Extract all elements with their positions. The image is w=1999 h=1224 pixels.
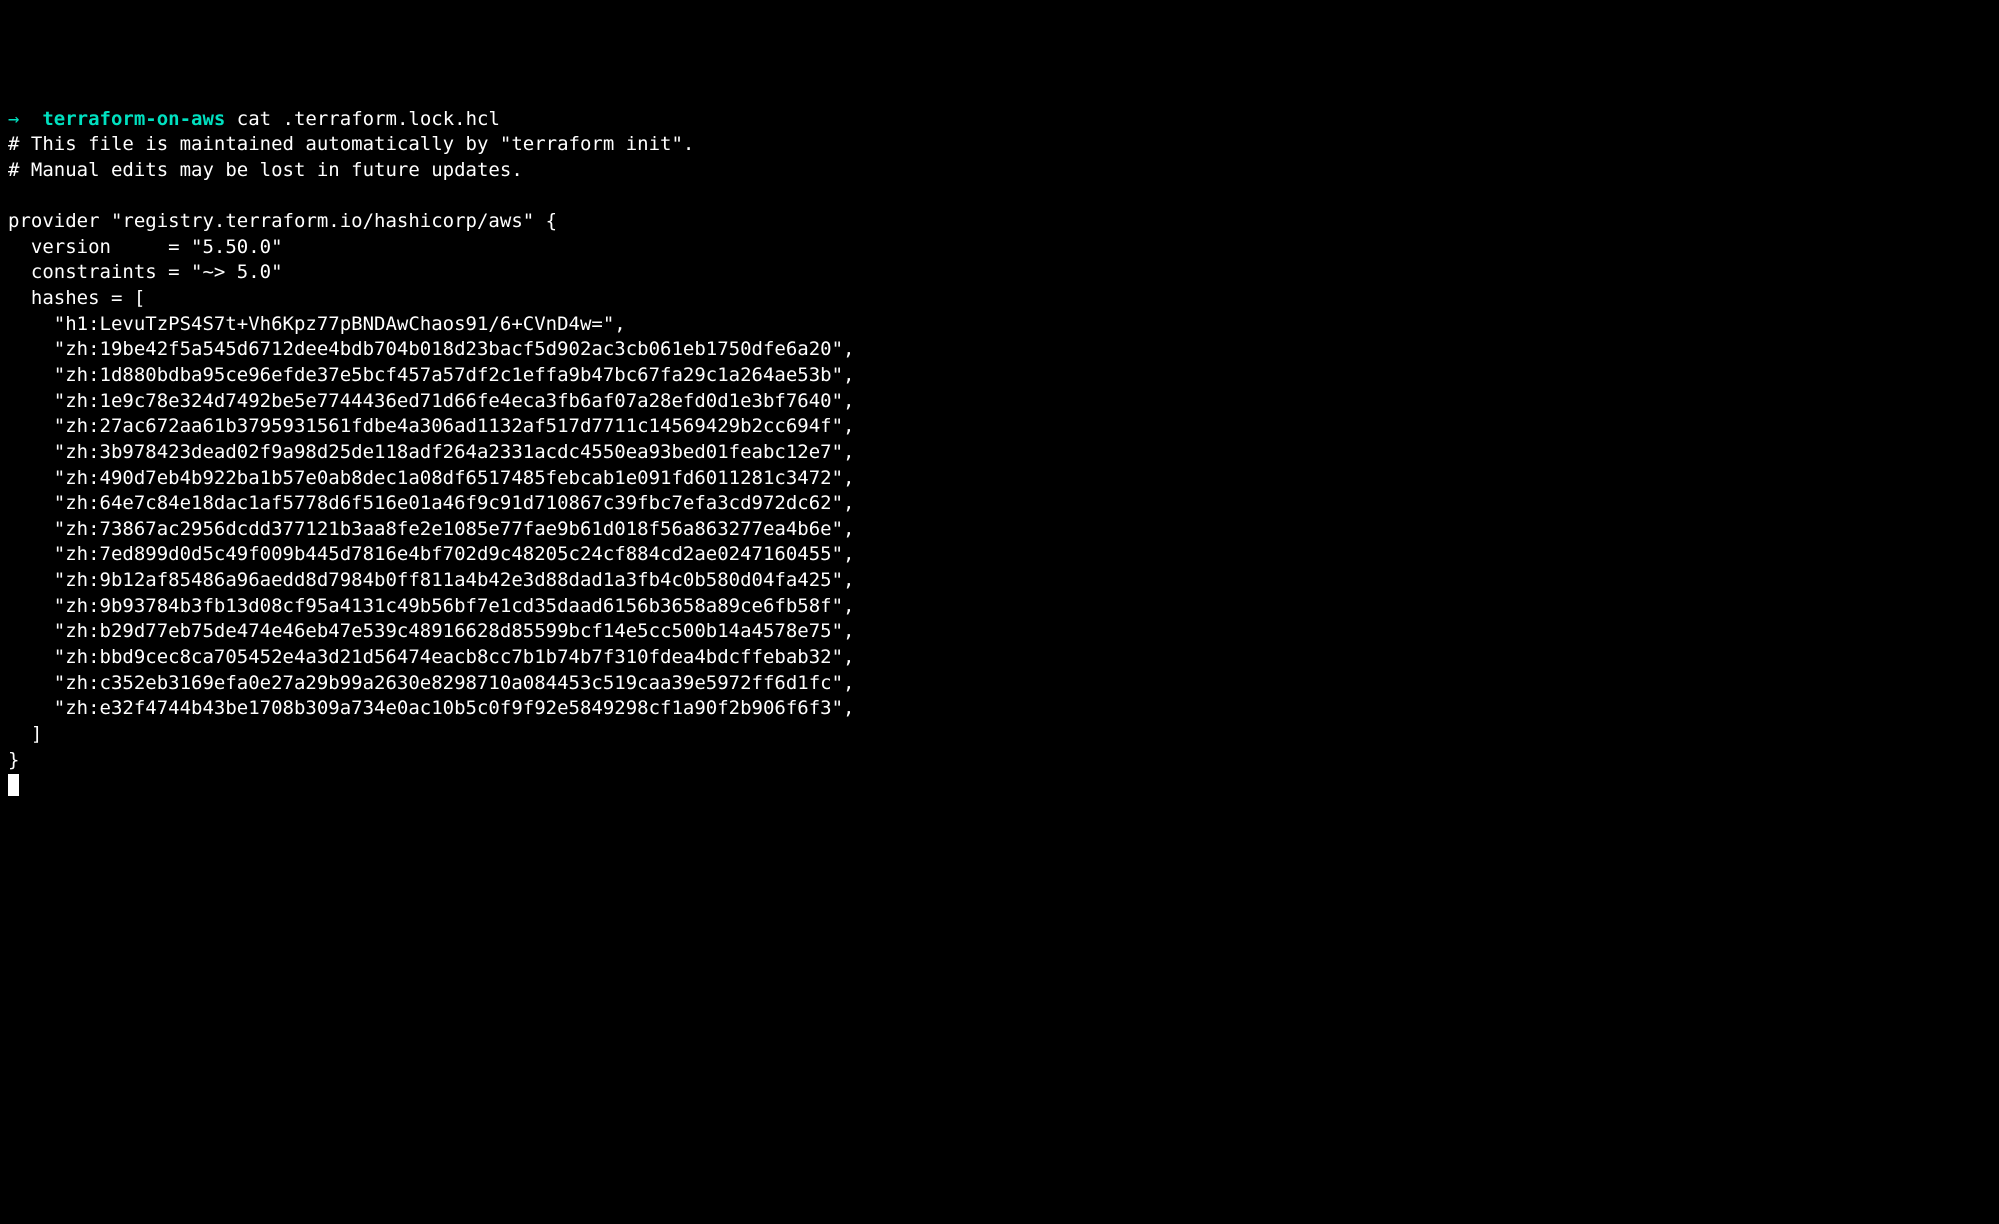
prompt-arrow-icon: → bbox=[8, 108, 42, 130]
hash-line: "zh:7ed899d0d5c49f009b445d7816e4bf702d9c… bbox=[8, 543, 854, 565]
hash-line: "zh:27ac672aa61b3795931561fdbe4a306ad113… bbox=[8, 415, 854, 437]
hash-line: "h1:LevuTzPS4S7t+Vh6Kpz77pBNDAwChaos91/6… bbox=[8, 313, 626, 335]
file-comment-line: # This file is maintained automatically … bbox=[8, 133, 694, 155]
hashes-close-line: ] bbox=[8, 723, 42, 745]
hash-line: "zh:b29d77eb75de474e46eb47e539c48916628d… bbox=[8, 620, 854, 642]
hash-line: "zh:73867ac2956dcdd377121b3aa8fe2e1085e7… bbox=[8, 518, 854, 540]
hash-line: "zh:3b978423dead02f9a98d25de118adf264a23… bbox=[8, 441, 854, 463]
hash-line: "zh:9b93784b3fb13d08cf95a4131c49b56bf7e1… bbox=[8, 595, 854, 617]
hash-line: "zh:1e9c78e324d7492be5e7744436ed71d66fe4… bbox=[8, 390, 854, 412]
constraints-line: constraints = "~> 5.0" bbox=[8, 261, 283, 283]
hash-line: "zh:c352eb3169efa0e27a29b99a2630e8298710… bbox=[8, 672, 854, 694]
prompt-working-dir: terraform-on-aws bbox=[42, 108, 225, 130]
hashes-open-line: hashes = [ bbox=[8, 287, 145, 309]
prompt-line: → terraform-on-aws cat .terraform.lock.h… bbox=[8, 108, 500, 130]
hash-line: "zh:490d7eb4b922ba1b57e0ab8dec1a08df6517… bbox=[8, 467, 854, 489]
version-line: version = "5.50.0" bbox=[8, 236, 283, 258]
hash-line: "zh:bbd9cec8ca705452e4a3d21d56474eacb8cc… bbox=[8, 646, 854, 668]
hash-line: "zh:e32f4744b43be1708b309a734e0ac10b5c0f… bbox=[8, 697, 854, 719]
hash-line: "zh:64e7c84e18dac1af5778d6f516e01a46f9c9… bbox=[8, 492, 854, 514]
cursor bbox=[8, 774, 19, 796]
hash-line: "zh:1d880bdba95ce96efde37e5bcf457a57df2c… bbox=[8, 364, 854, 386]
terminal[interactable]: → terraform-on-aws cat .terraform.lock.h… bbox=[8, 107, 1991, 799]
provider-open-line: provider "registry.terraform.io/hashicor… bbox=[8, 210, 557, 232]
hash-line: "zh:9b12af85486a96aedd8d7984b0ff811a4b42… bbox=[8, 569, 854, 591]
provider-close-line: } bbox=[8, 749, 19, 771]
hash-line: "zh:19be42f5a545d6712dee4bdb704b018d23ba… bbox=[8, 338, 854, 360]
file-comment-line: # Manual edits may be lost in future upd… bbox=[8, 159, 523, 181]
command-text: cat .terraform.lock.hcl bbox=[225, 108, 500, 130]
